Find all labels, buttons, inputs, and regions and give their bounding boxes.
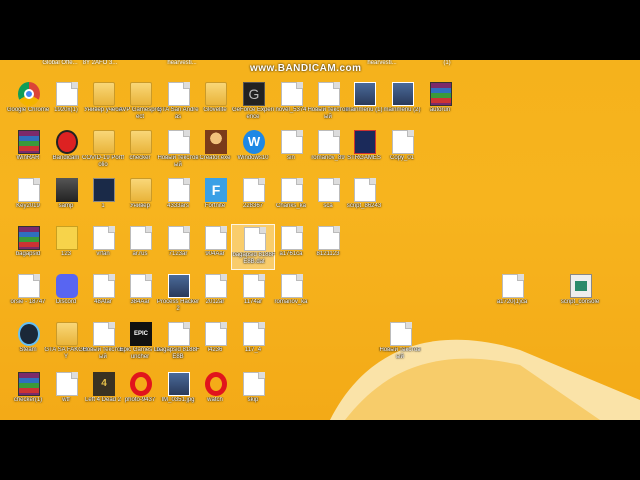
file-icon: [56, 82, 78, 106]
file-icon: [281, 82, 303, 106]
folder-icon: [130, 178, 152, 202]
discord-icon: [56, 274, 78, 298]
desktop-icon-label: a1720(1)ca: [496, 299, 528, 305]
desktop: Global Offe... 8Y 2AFO 3... hearvesti... he…: [0, 60, 640, 420]
file-icon: [502, 274, 524, 298]
winrar-icon: [18, 226, 40, 250]
fortnite-icon: F: [205, 178, 227, 202]
file-icon: [18, 178, 40, 202]
desktop-icon-label-partial: hearvesti...: [367, 60, 397, 66]
file-icon: [56, 372, 78, 396]
desktop-icon-label: script_86243: [346, 203, 382, 209]
file-icon: [243, 372, 265, 396]
desktop-icon[interactable]: Copy_01: [380, 128, 424, 174]
game-icon: [354, 130, 376, 154]
desktop-icon-label-partial: hearvesti...: [167, 60, 197, 66]
desktop-icon-label: 8121123: [316, 251, 340, 257]
file-icon: [243, 178, 265, 202]
file-icon: [168, 226, 190, 250]
file-icon: [281, 226, 303, 250]
file-icon: [390, 322, 412, 346]
file-icon: [18, 274, 40, 298]
desktop-icon[interactable]: skip: [231, 370, 275, 416]
desktop-icon[interactable]: Новый текстовый: [378, 320, 422, 366]
file-icon: [281, 274, 303, 298]
file-icon: [130, 226, 152, 250]
winrar-icon: [18, 372, 40, 396]
folder-icon: [205, 82, 227, 106]
desktop-icon-label: script_console: [560, 299, 600, 305]
samp-icon: [56, 178, 78, 202]
l4d2-icon: 4: [93, 372, 115, 396]
folder-icon: [93, 82, 115, 106]
folder-icon: [130, 130, 152, 154]
folder-icon: [56, 322, 78, 346]
file-icon: [168, 178, 190, 202]
desktop-icon[interactable]: 117_4: [231, 320, 275, 366]
desktop-icon-label: 117_4: [244, 347, 262, 353]
file-icon: [318, 130, 340, 154]
desktop-icon[interactable]: 8121123: [306, 224, 350, 270]
windows-icon: W: [243, 130, 265, 154]
opera-icon: [205, 372, 227, 396]
file-icon: [168, 322, 190, 346]
desktop-icon-label-partial: (1): [443, 60, 451, 66]
process-icon: [168, 274, 190, 298]
character-icon: [205, 130, 227, 154]
file-icon: [168, 130, 190, 154]
desktop-icon-label: romanov_ka: [274, 299, 308, 305]
file-icon: [93, 322, 115, 346]
folder-icon: [93, 130, 115, 154]
image-icon: [168, 372, 190, 396]
file-icon: [205, 322, 227, 346]
screen-icon: [93, 178, 115, 202]
file-icon: [318, 226, 340, 250]
desktop-icon-label: Новый текстовый: [379, 347, 421, 360]
folder-icon: [130, 82, 152, 106]
winrar-icon: [430, 82, 452, 106]
desktop-icon-label-partial: Global Offe...: [42, 60, 78, 66]
file-icon: [130, 274, 152, 298]
file-icon: [281, 178, 303, 202]
file-icon: [93, 274, 115, 298]
file-icon: [243, 274, 265, 298]
desktop-icon[interactable]: a1720(1)ca: [490, 272, 534, 318]
desktop-icon-label: autorun: [429, 107, 451, 113]
file-icon: [243, 322, 265, 346]
script-icon: [570, 274, 592, 298]
file-icon: [354, 178, 376, 202]
file-icon: [205, 274, 227, 298]
geforce-icon: G: [243, 82, 265, 106]
file-icon: [318, 178, 340, 202]
file-icon: [93, 226, 115, 250]
bandicam-icon: [56, 130, 78, 154]
desktop-icon[interactable]: autorun: [418, 80, 462, 126]
opera-icon: [130, 372, 152, 396]
file-icon: [205, 226, 227, 250]
image-icon: [392, 82, 414, 106]
steam-icon: [18, 322, 40, 346]
file-icon: [168, 82, 190, 106]
desktop-icon[interactable]: romanov_ka: [269, 272, 313, 318]
desktop-icon-label: skip: [247, 397, 259, 403]
winrar-icon: [18, 130, 40, 154]
desktop-icon[interactable]: script_86243: [342, 176, 386, 222]
image-icon: [354, 82, 376, 106]
file-icon: [392, 130, 414, 154]
note-icon: [56, 226, 78, 250]
file-icon: [318, 82, 340, 106]
file-icon: [244, 227, 266, 251]
desktop-icon[interactable]: script_console: [558, 272, 602, 318]
file-icon: [281, 130, 303, 154]
desktop-icon-label-partial: 8Y 2AFO 3...: [82, 60, 118, 66]
chrome-icon: [18, 82, 40, 106]
desktop-icon-label: Copy_01: [389, 155, 415, 161]
bandicam-watermark: www.BANDICAM.com: [250, 63, 362, 74]
epic-icon: EPIC: [130, 322, 152, 346]
